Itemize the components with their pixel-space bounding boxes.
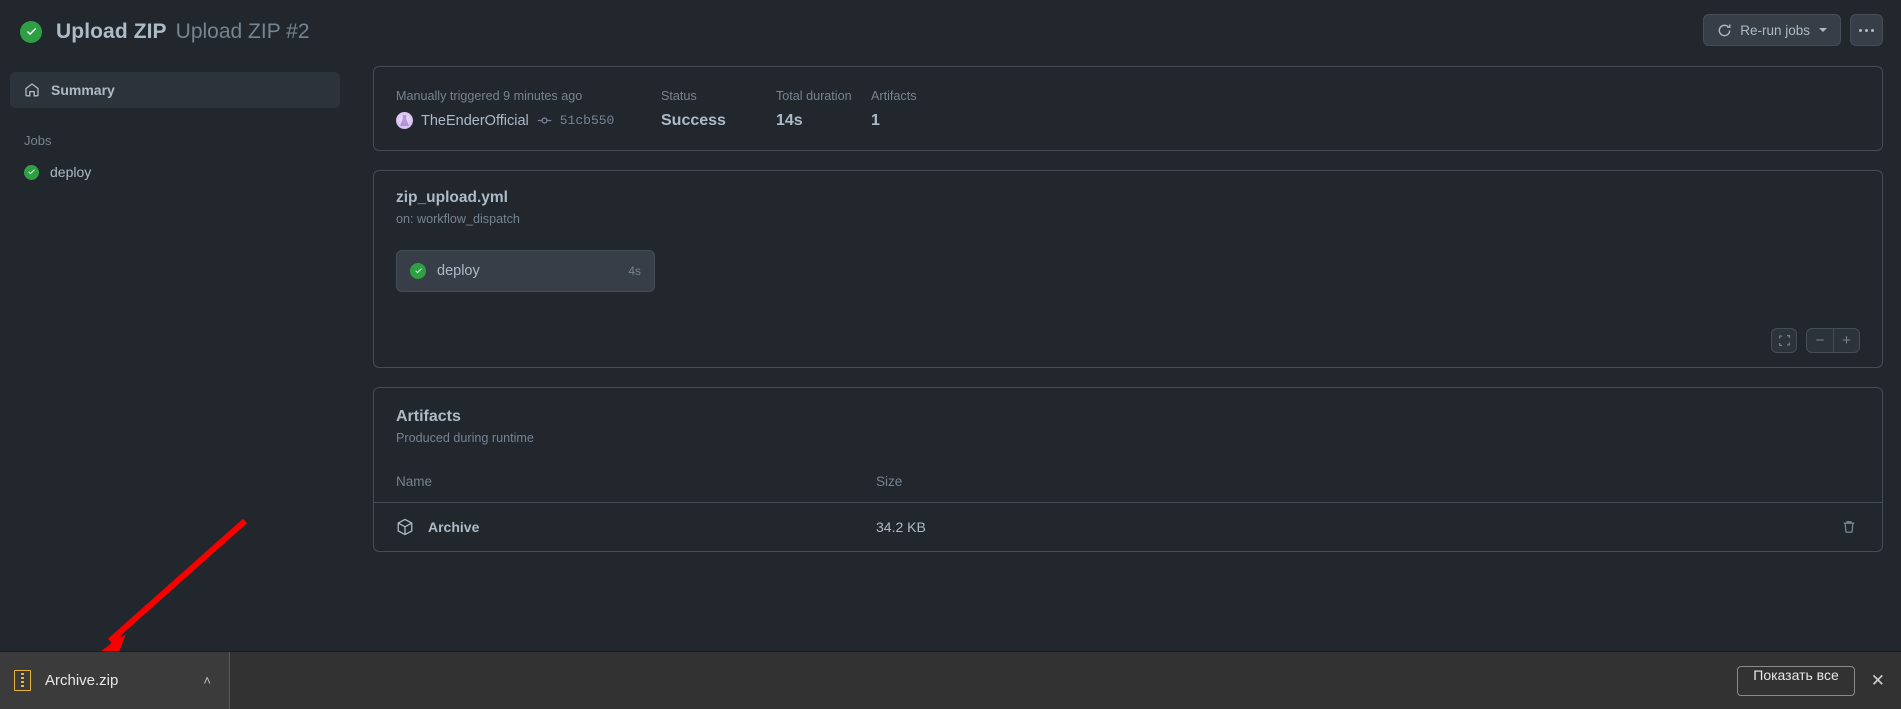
table-row: Archive 34.2 KB (374, 503, 1882, 551)
duration-value: 14s (776, 112, 803, 129)
artifacts-count-label: Artifacts (871, 89, 917, 103)
artifacts-table-header: Name Size (374, 461, 1882, 503)
artifacts-count-column: Artifacts 1 (871, 89, 917, 130)
trigger-label: Manually triggered 9 minutes ago (396, 89, 583, 103)
re-run-jobs-button[interactable]: Re-run jobs (1703, 14, 1841, 46)
artifacts-title: Artifacts (396, 408, 461, 425)
github-actions-run-page: Upload ZIP Upload ZIP #2 Re-run jobs Sum… (0, 0, 1901, 709)
artifacts-header: Artifacts Produced during runtime (374, 388, 1882, 461)
delete-artifact-button[interactable] (1838, 516, 1860, 538)
kebab-dot (1871, 28, 1874, 32)
re-run-jobs-label: Re-run jobs (1740, 22, 1810, 38)
more-options-button[interactable] (1850, 14, 1883, 46)
commit-sha[interactable]: 51cb550 (560, 113, 615, 128)
commit-icon (537, 113, 552, 128)
zoom-in-button[interactable]: + (1833, 329, 1859, 352)
actor-row: TheEnderOfficial 51cb550 (396, 112, 661, 129)
artifacts-table: Name Size Archive 34.2 KB (374, 461, 1882, 551)
sidebar-item-summary[interactable]: Summary (10, 72, 340, 108)
workflow-file-name: zip_upload.yml (396, 189, 508, 206)
home-icon (24, 82, 40, 98)
artifacts-card: Artifacts Produced during runtime Name S… (373, 387, 1883, 552)
graph-zoom-controls: − + (1771, 328, 1860, 353)
run-summary-card: Manually triggered 9 minutes ago TheEnde… (373, 66, 1883, 151)
check-circle-icon (410, 263, 426, 279)
sidebar-jobs-heading: Jobs (24, 133, 52, 148)
sidebar: Summary Jobs deploy (0, 72, 350, 188)
refresh-icon (1717, 23, 1732, 38)
zoom-out-button[interactable]: − (1807, 329, 1833, 352)
column-header-size: Size (876, 474, 903, 489)
status-value: Success (661, 112, 726, 129)
trigger-column: Manually triggered 9 minutes ago TheEnde… (396, 89, 661, 130)
workflow-trigger-text: on: workflow_dispatch (396, 212, 520, 226)
artifact-name-link[interactable]: Archive (428, 519, 479, 535)
column-header-name: Name (396, 474, 433, 489)
sidebar-item-deploy[interactable]: deploy (10, 156, 340, 188)
page-header: Upload ZIP Upload ZIP #2 Re-run jobs (0, 0, 1901, 64)
browser-download-bar: Archive.zip ˄ Показать все ✕ (0, 651, 1901, 709)
kebab-dot (1865, 28, 1868, 32)
duration-label: Total duration (776, 89, 852, 103)
workflow-graph-canvas[interactable]: deploy 4s (374, 226, 1882, 336)
sidebar-item-deploy-label: deploy (50, 164, 92, 180)
fit-screen-button[interactable] (1771, 328, 1797, 353)
graph-node-deploy[interactable]: deploy 4s (396, 250, 655, 292)
show-all-downloads-button[interactable]: Показать все (1737, 665, 1855, 696)
artifacts-count-value: 1 (871, 112, 880, 129)
artifacts-subtitle: Produced during runtime (396, 431, 534, 445)
download-item-archive-zip[interactable]: Archive.zip ˄ (0, 651, 230, 709)
chevron-up-icon[interactable]: ˄ (203, 673, 215, 688)
trash-icon (1841, 519, 1857, 535)
check-circle-icon (20, 21, 42, 43)
artifact-size-cell: 34.2 KB (876, 519, 926, 535)
close-icon[interactable]: ✕ (1871, 672, 1885, 689)
status-column: Status Success (661, 89, 776, 130)
workflow-header: zip_upload.yml on: workflow_dispatch (374, 171, 1882, 226)
graph-node-duration: 4s (628, 264, 641, 278)
artifact-name-cell: Archive (396, 518, 876, 536)
download-bar-actions: Показать все ✕ (1737, 665, 1901, 696)
page-subtitle: Upload ZIP #2 (175, 20, 310, 43)
main-content: Manually triggered 9 minutes ago TheEnde… (373, 66, 1883, 571)
header-left-group: Upload ZIP Upload ZIP #2 (0, 20, 310, 44)
status-label: Status (661, 89, 697, 103)
header-actions: Re-run jobs (1703, 14, 1883, 46)
actor-name[interactable]: TheEnderOfficial (421, 113, 529, 129)
package-icon (396, 518, 414, 536)
avatar (396, 112, 413, 129)
graph-node-label: deploy (437, 263, 480, 279)
workflow-graph-card: zip_upload.yml on: workflow_dispatch dep… (373, 170, 1883, 368)
kebab-dot (1859, 28, 1862, 32)
check-circle-icon (24, 164, 39, 180)
fit-screen-icon (1778, 334, 1791, 347)
zoom-button-group: − + (1806, 328, 1860, 353)
chevron-down-icon (1819, 28, 1827, 32)
download-file-name: Archive.zip (45, 672, 119, 689)
page-title: Upload ZIP (56, 20, 167, 43)
zip-file-icon (14, 670, 31, 691)
duration-column: Total duration 14s (776, 89, 871, 130)
sidebar-item-summary-label: Summary (51, 82, 115, 98)
